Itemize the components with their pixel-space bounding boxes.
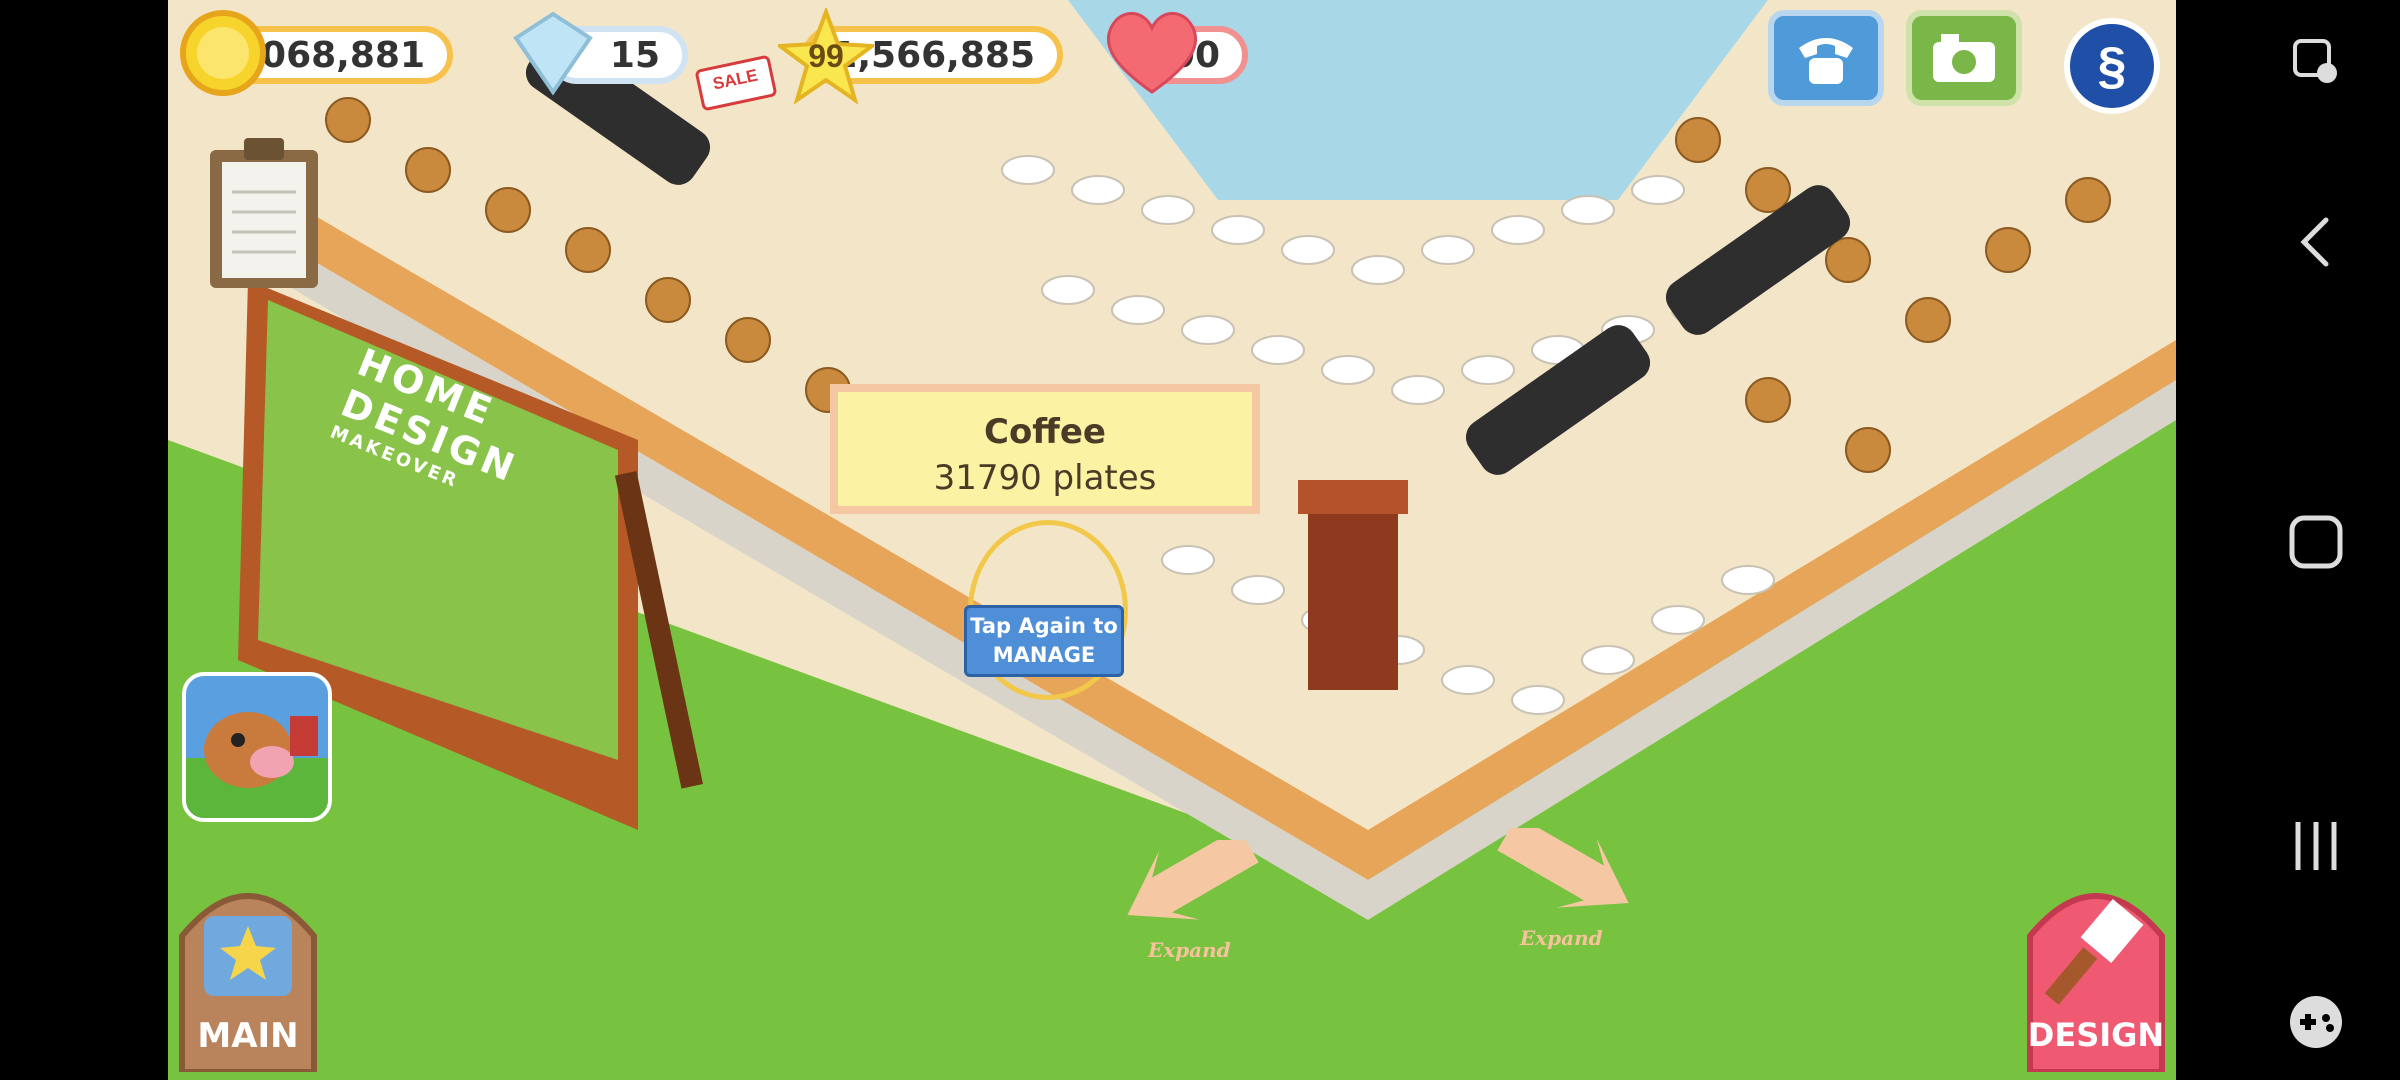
home-square-icon[interactable] [2280, 506, 2352, 578]
cross-promo-app-icon[interactable] [182, 672, 332, 822]
expand-left-label: Expand [1148, 938, 1231, 962]
phone-icon[interactable] [1768, 10, 1884, 106]
manage-button[interactable]: Tap Again to MANAGE [964, 605, 1124, 677]
tooltip-item-count: 31790 plates [933, 458, 1157, 498]
expand-right-label: Expand [1520, 926, 1603, 950]
level-value: 99 [808, 37, 844, 74]
gamepad-icon[interactable] [2280, 986, 2352, 1058]
expand-right-button[interactable]: Expand [1488, 815, 1648, 958]
game-viewport[interactable]: HOME DESIGN MAKEOVER 41,068,881 15 SALE … [168, 0, 2176, 1080]
gems-value: 15 [609, 34, 660, 76]
sale-label: SALE [711, 65, 760, 94]
item-tooltip: Coffee 31790 plates [830, 384, 1260, 514]
star-icon[interactable]: 99 [778, 8, 874, 104]
social-s-icon[interactable]: § [2064, 18, 2160, 114]
design-button[interactable]: DESIGN [2022, 876, 2170, 1075]
heart-icon[interactable] [1102, 4, 1202, 100]
expand-left-button[interactable]: Expand [1108, 827, 1268, 970]
screenshot-edit-icon[interactable] [2280, 26, 2352, 98]
design-button-label: DESIGN [2027, 1016, 2165, 1054]
main-button[interactable]: MAIN [174, 876, 322, 1075]
recents-icon[interactable] [2280, 810, 2352, 882]
clipboard-icon[interactable] [204, 132, 324, 292]
camera-icon[interactable] [1906, 10, 2022, 106]
manage-line2: MANAGE [992, 643, 1096, 667]
tooltip-item-name: Coffee [984, 412, 1106, 452]
main-button-label: MAIN [197, 1016, 299, 1056]
coin-icon[interactable] [178, 8, 268, 98]
back-arrow-icon[interactable] [2280, 206, 2352, 278]
manage-line1: Tap Again to [970, 614, 1118, 638]
gem-icon[interactable] [508, 10, 598, 96]
left-letterbox [0, 0, 168, 1080]
